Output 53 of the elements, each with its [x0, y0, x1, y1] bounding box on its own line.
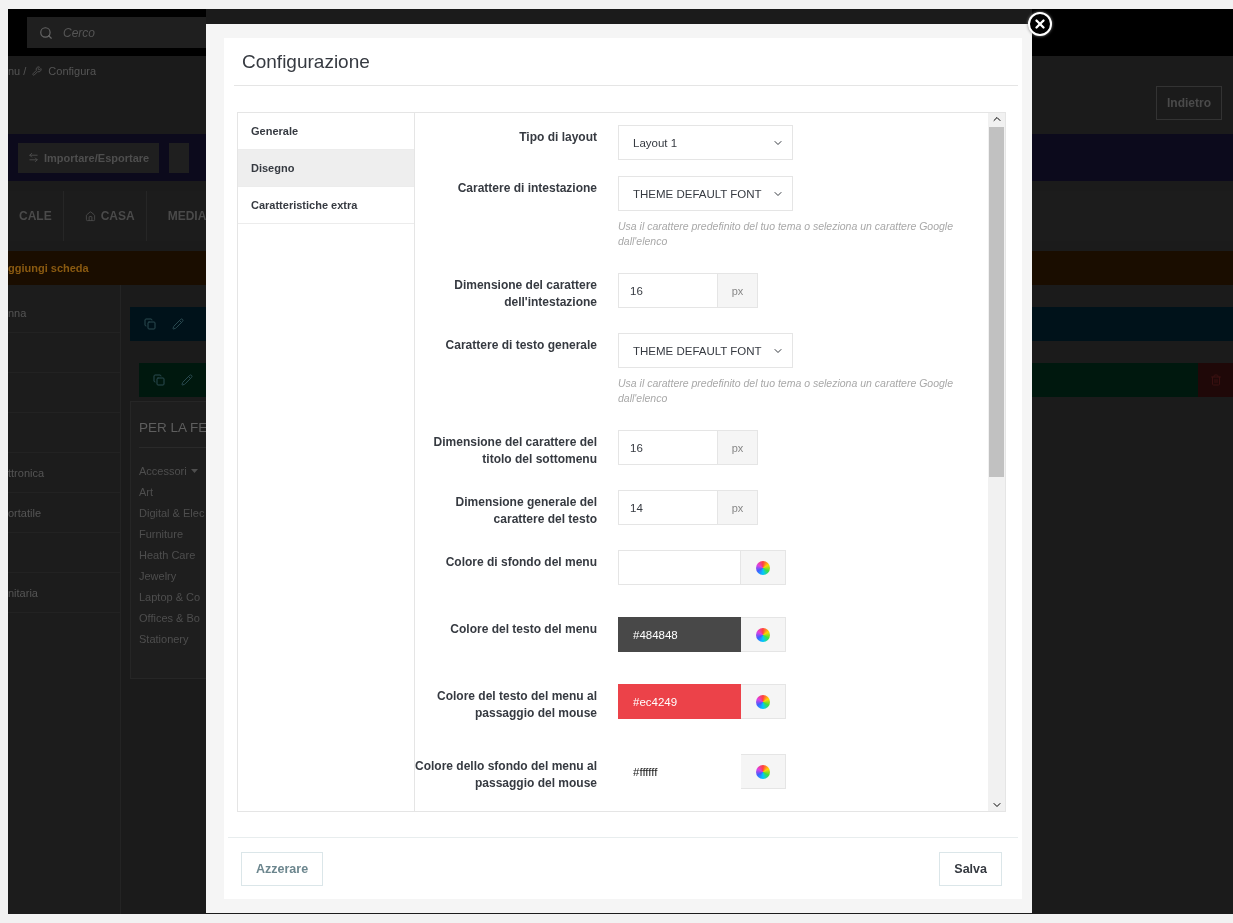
copy-icon — [144, 318, 156, 330]
color-picker-button[interactable] — [741, 684, 786, 719]
arrows-icon — [28, 152, 39, 163]
field-label: Dimensione del carattere dell'intestazione — [454, 278, 597, 309]
unit-addon: px — [718, 490, 758, 525]
color-picker-button[interactable] — [741, 617, 786, 652]
pencil-icon — [181, 374, 193, 386]
color-wheel-icon — [756, 560, 770, 575]
breadcrumb-current: Configura — [48, 65, 97, 77]
color-wheel-icon — [756, 627, 770, 642]
unit-addon: px — [718, 273, 758, 308]
add-tab-bar[interactable]: ggiungi scheda — [8, 262, 89, 274]
scrollbar[interactable] — [988, 113, 1005, 811]
number-input[interactable]: 16 — [618, 430, 718, 465]
color-input[interactable]: #ec4249 — [618, 684, 741, 719]
field-label: Dimensione generale del carattere del testo — [455, 495, 597, 526]
color-picker-button[interactable] — [741, 754, 786, 789]
pencil-icon — [172, 318, 184, 330]
unit-addon: px — [718, 430, 758, 465]
caret-icon — [190, 468, 198, 473]
select-field[interactable]: Layout 1 — [618, 125, 793, 160]
number-input[interactable]: 16 — [618, 273, 718, 308]
field-label: Carattere di testo generale — [445, 338, 597, 352]
home-icon — [84, 210, 96, 222]
color-picker-button[interactable] — [741, 550, 786, 585]
field-label: Tipo di layout — [519, 130, 597, 144]
close-icon — [1033, 17, 1047, 31]
field-label: Colore dello sfondo del menu al passaggio del mouse — [415, 759, 597, 790]
color-input[interactable] — [618, 550, 741, 585]
help-text: Usa il carattere predefinito del tuo tema o seleziona un carattere Google dall'elenco — [618, 376, 955, 406]
nav-tab[interactable]: Disegno — [238, 150, 414, 187]
trash-icon — [1209, 374, 1222, 386]
wrench-icon — [32, 66, 43, 76]
color-input[interactable]: #484848 — [618, 617, 741, 652]
field-label: Colore di sfondo del menu — [445, 555, 597, 569]
copy-icon — [153, 374, 165, 386]
side-list-item[interactable]: ortatile — [8, 506, 42, 519]
color-wheel-icon — [756, 694, 770, 709]
number-input[interactable]: 14 — [618, 490, 718, 525]
reset-button[interactable]: Azzerare — [241, 852, 324, 886]
field-label: Carattere di intestazione — [457, 181, 597, 195]
select-field[interactable]: THEME DEFAULT FONT — [618, 333, 793, 368]
save-button[interactable]: Salva — [939, 852, 1002, 886]
modal-title: Configurazione — [242, 50, 370, 73]
color-wheel-icon — [756, 764, 770, 779]
field-label: Colore del testo del menu al passaggio del mouse — [436, 689, 597, 720]
select-field[interactable]: THEME DEFAULT FONT — [618, 176, 793, 211]
side-list-item[interactable]: nitaria — [8, 586, 38, 599]
close-button[interactable] — [1028, 12, 1052, 36]
help-text: Usa il carattere predefinito del tuo tema o seleziona un carattere Google dall'elenco — [618, 219, 955, 249]
search-icon — [39, 25, 53, 40]
field-label: Colore del testo del menu — [450, 622, 597, 636]
field-label: Dimensione del carattere del titolo del sottomenu — [433, 435, 597, 466]
